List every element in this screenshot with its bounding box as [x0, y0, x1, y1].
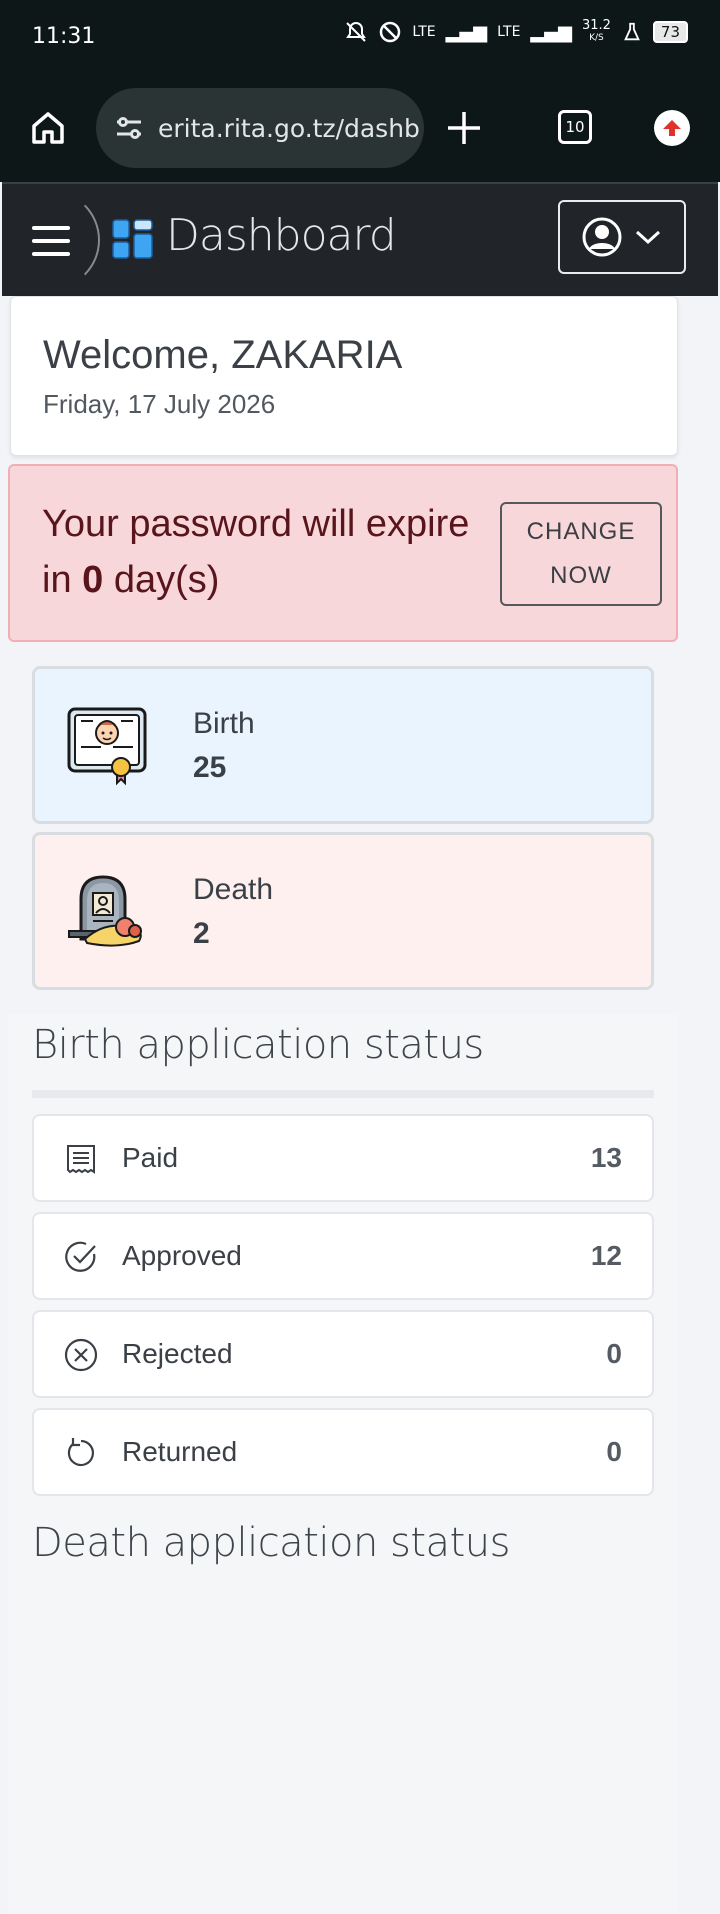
death-stat-card[interactable]: Death 2 — [32, 832, 654, 990]
change-password-button[interactable]: CHANGE NOW — [500, 502, 662, 606]
alert-message: Your password will expire in 0 day(s) — [42, 503, 470, 601]
current-date: Friday, 17 July 2026 — [43, 389, 276, 419]
android-status-bar: 11:31 LTE ▂▄▆ LTE ▂▄▆ 31.2 K/S 73 — [0, 0, 720, 72]
clock: 11:31 — [32, 24, 96, 49]
death-label: Death — [193, 873, 274, 906]
page-title: Dashboard — [166, 210, 397, 261]
x-circle-icon — [64, 1338, 98, 1372]
status-label: Approved — [122, 1240, 242, 1271]
birth-certificate-icon — [67, 707, 147, 786]
section-divider — [32, 1090, 654, 1098]
user-menu-button[interactable] — [558, 200, 686, 274]
battery-icon: 73 — [652, 21, 688, 43]
address-bar[interactable]: erita.rita.go.tz/dashb — [96, 88, 424, 168]
status-row-rejected[interactable]: Rejected 0 — [32, 1310, 654, 1398]
lte-signal-icon-2: LTE — [497, 24, 521, 40]
status-label: Returned — [122, 1436, 238, 1467]
welcome-heading: Welcome, ZAKARIA — [43, 333, 403, 377]
signal-bars-icon-2: ▂▄▆ — [530, 21, 572, 43]
dashboard-logo-icon — [112, 219, 153, 259]
gravestone-icon — [68, 875, 142, 947]
birth-stat-card[interactable]: Birth 25 — [32, 666, 654, 824]
network-speed: 31.2 K/S — [581, 18, 611, 43]
welcome-card: Welcome, ZAKARIA Friday, 17 July 2026 — [10, 296, 678, 456]
birth-label: Birth — [193, 707, 255, 740]
death-count: 2 — [193, 917, 210, 950]
bell-off-icon — [346, 21, 367, 42]
site-settings-icon[interactable] — [114, 113, 144, 143]
user-circle-icon — [582, 217, 622, 257]
status-icons: LTE ▂▄▆ LTE ▂▄▆ 31.2 K/S 73 — [344, 18, 688, 44]
signal-bars-icon: ▂▄▆ — [445, 21, 488, 43]
status-row-returned[interactable]: Returned 0 — [32, 1408, 654, 1496]
lte-signal-icon: LTE — [412, 24, 436, 40]
hamburger-menu-icon[interactable] — [32, 226, 70, 256]
check-circle-icon — [65, 1241, 96, 1272]
chevron-down-icon — [635, 230, 661, 245]
death-status-heading: Death application status — [32, 1520, 510, 1566]
status-value: 0 — [606, 1436, 622, 1467]
do-not-disturb-icon — [380, 21, 401, 43]
status-label: Paid — [122, 1142, 179, 1173]
update-button[interactable] — [654, 110, 690, 146]
status-row-paid[interactable]: Paid 13 — [32, 1114, 654, 1202]
status-value: 13 — [590, 1142, 622, 1173]
arrow-up-icon — [663, 120, 681, 136]
status-label: Rejected — [122, 1338, 233, 1369]
receipt-icon — [67, 1145, 95, 1174]
flask-icon — [624, 22, 640, 41]
status-row-approved[interactable]: Approved 12 — [32, 1212, 654, 1300]
birth-count: 25 — [193, 751, 227, 784]
password-expiry-alert: Your password will expire in 0 day(s) CH… — [8, 464, 678, 642]
status-value: 0 — [606, 1338, 622, 1369]
application-status-panel: Birth application status Paid 13 Approve… — [8, 1014, 678, 1914]
days-remaining: 0 — [82, 559, 104, 601]
new-tab-icon[interactable] — [444, 108, 484, 148]
status-value: 12 — [590, 1240, 622, 1271]
app-navbar: Dashboard — [2, 182, 718, 296]
home-icon[interactable] — [28, 108, 68, 148]
url-text: erita.rita.go.tz/dashb — [158, 113, 420, 143]
birth-status-heading: Birth application status — [32, 1022, 484, 1068]
tab-switcher-button[interactable]: 10 — [558, 110, 592, 144]
rotate-ccw-icon — [67, 1438, 95, 1467]
